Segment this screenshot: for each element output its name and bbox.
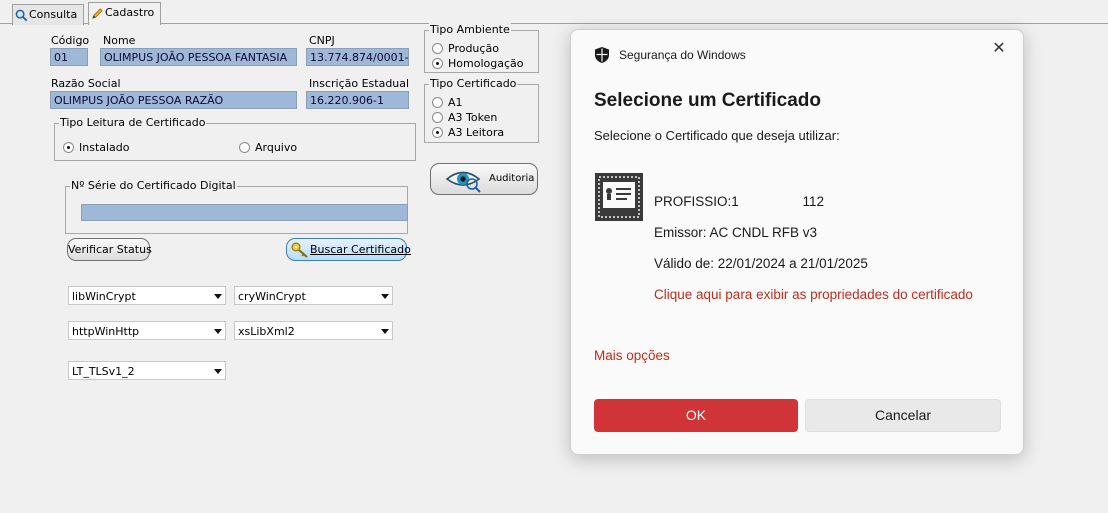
tab-cadastro-label: Cadastro	[105, 6, 155, 19]
search-icon	[15, 9, 28, 22]
codigo-label: Código	[51, 34, 90, 47]
razao-social-label: Razão Social	[51, 77, 121, 90]
inscricao-estadual-field[interactable]: 16.220.906-1	[306, 91, 409, 109]
certificate-item[interactable]: PROFISSIO:1 112	[654, 194, 824, 209]
tab-consulta-label: Consulta	[29, 8, 78, 21]
chevron-down-icon	[381, 329, 389, 334]
radio-homologacao-indicator	[432, 58, 443, 69]
close-icon: ✕	[992, 40, 1006, 57]
crypt-lib-value: cryWinCrypt	[238, 290, 306, 303]
crypt-lib-select[interactable]: cryWinCrypt	[234, 286, 393, 305]
close-button[interactable]: ✕	[987, 38, 1011, 60]
certificate-issuer: Emissor: AC CNDL RFB v3	[654, 225, 818, 240]
tab-bar: Consulta Cadastro	[0, 0, 1108, 25]
buscar-certificado-button[interactable]: Buscar Certificado	[286, 238, 411, 261]
auditoria-label: Auditoria	[489, 173, 535, 184]
radio-instalado-label: Instalado	[79, 141, 130, 154]
radio-a3-token-label: A3 Token	[448, 111, 498, 124]
pencil-icon	[92, 8, 103, 19]
cnpj-field[interactable]: 13.774.874/0001-48	[306, 48, 409, 66]
auditoria-button[interactable]: Auditoria	[430, 163, 538, 195]
chevron-down-icon	[381, 294, 389, 299]
inscricao-estadual-label: Inscrição Estadual	[309, 77, 410, 90]
verificar-status-button[interactable]: Verificar Status	[67, 238, 152, 261]
cnpj-label: CNPJ	[309, 34, 335, 47]
chevron-down-icon	[214, 329, 222, 334]
tab-consulta[interactable]: Consulta	[12, 4, 84, 25]
radio-homologacao-label: Homologação	[448, 57, 524, 70]
radio-arquivo-indicator	[239, 142, 250, 153]
radio-a3-leitora[interactable]: A3 Leitora	[432, 126, 504, 139]
tipo-leitura-group: Tipo Leitura de Certificado Instalado Ar…	[54, 116, 416, 161]
tab-cadastro[interactable]: Cadastro	[88, 2, 161, 25]
ssl-type-select[interactable]: LT_TLSv1_2	[68, 361, 226, 380]
dialog-subtitle: Selecione o Certificado que deseja utili…	[594, 128, 840, 143]
radio-instalado-indicator	[63, 142, 74, 153]
shield-icon	[595, 47, 609, 63]
radio-a3-token-indicator	[432, 112, 443, 123]
dialog-header: Segurança do Windows	[619, 48, 746, 62]
tipo-ambiente-group: Tipo Ambiente Produção Homologação	[424, 23, 539, 73]
radio-a1-indicator	[432, 97, 443, 108]
dialog-title: Selecione um Certificado	[594, 90, 822, 111]
certificate-properties-link[interactable]: Clique aqui para exibir as propriedades …	[654, 287, 973, 302]
certificate-icon	[595, 173, 643, 221]
eye-icon	[445, 171, 481, 193]
certificate-id: 112	[802, 194, 825, 209]
radio-arquivo[interactable]: Arquivo	[239, 141, 297, 154]
radio-homologacao[interactable]: Homologação	[432, 57, 523, 70]
xml-lib-select[interactable]: xsLibXml2	[234, 321, 393, 340]
serie-group: Nº Série do Certificado Digital	[65, 179, 408, 234]
radio-arquivo-label: Arquivo	[255, 141, 298, 154]
more-options-link[interactable]: Mais opções	[594, 348, 670, 363]
chevron-down-icon	[214, 294, 222, 299]
chevron-down-icon	[214, 369, 222, 374]
certificate-dialog: Segurança do Windows ✕ Selecione um Cert…	[570, 29, 1024, 455]
ok-button[interactable]: OK	[594, 399, 798, 432]
nome-field[interactable]: OLIMPUS JOÃO PESSOA FANTASIA	[100, 48, 297, 66]
radio-producao-label: Produção	[448, 42, 499, 55]
tipo-ambiente-title: Tipo Ambiente	[429, 23, 511, 36]
certificate-name: PROFISSIO:1	[654, 194, 739, 209]
razao-social-field[interactable]: OLIMPUS JOÃO PESSOA RAZÃO	[50, 91, 297, 109]
serie-title: Nº Série do Certificado Digital	[70, 179, 237, 192]
keys-icon	[291, 242, 308, 258]
radio-a1[interactable]: A1	[432, 96, 463, 109]
tipo-leitura-title: Tipo Leitura de Certificado	[59, 116, 207, 129]
ssl-lib-select[interactable]: libWinCrypt	[68, 286, 226, 305]
xml-lib-value: xsLibXml2	[238, 325, 295, 338]
ssl-type-value: LT_TLSv1_2	[72, 365, 135, 378]
cancel-button[interactable]: Cancelar	[805, 399, 1001, 432]
http-lib-select[interactable]: httpWinHttp	[68, 321, 226, 340]
certificate-validity: Válido de: 22/01/2024 a 21/01/2025	[654, 256, 868, 271]
codigo-field[interactable]: 01	[50, 48, 88, 66]
radio-producao-indicator	[432, 43, 443, 54]
radio-a3-leitora-label: A3 Leitora	[448, 126, 505, 139]
tipo-certificado-group: Tipo Certificado A1 A3 Token A3 Leitora	[424, 77, 539, 143]
radio-a3-leitora-indicator	[432, 127, 443, 138]
serie-field[interactable]	[81, 204, 408, 221]
nome-label: Nome	[103, 34, 136, 47]
radio-a3-token[interactable]: A3 Token	[432, 111, 497, 124]
ssl-lib-value: libWinCrypt	[72, 290, 136, 303]
radio-a1-label: A1	[448, 96, 463, 109]
buscar-certificado-label: Buscar Certificado	[310, 243, 411, 256]
radio-producao[interactable]: Produção	[432, 42, 499, 55]
http-lib-value: httpWinHttp	[72, 325, 140, 338]
tipo-certificado-title: Tipo Certificado	[429, 77, 518, 90]
radio-instalado[interactable]: Instalado	[63, 141, 130, 154]
